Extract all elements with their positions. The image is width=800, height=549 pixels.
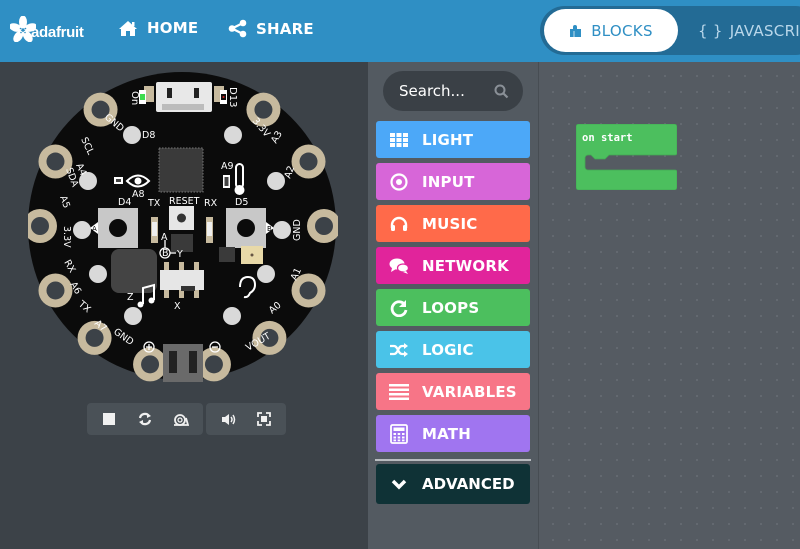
category-input[interactable]: INPUT	[376, 163, 530, 200]
refresh-icon	[376, 299, 422, 317]
calculator-icon	[376, 423, 422, 444]
blocks-workspace[interactable]: on start	[538, 62, 800, 549]
category-math[interactable]: MATH	[376, 415, 530, 452]
share-icon	[228, 19, 247, 38]
stop-button[interactable]	[91, 403, 127, 435]
tab-javascript-label: JAVASCRIPT	[729, 21, 800, 40]
board-label: A9	[221, 161, 234, 172]
category-advanced-label: ADVANCED	[422, 475, 515, 493]
on-start-block[interactable]: on start	[575, 123, 678, 194]
category-loops-label: LOOPS	[422, 298, 480, 317]
category-light[interactable]: LIGHT	[376, 121, 530, 158]
restart-button[interactable]	[127, 403, 163, 435]
board-label: X	[174, 301, 181, 312]
headphones-icon	[376, 216, 422, 232]
label-d13: D13	[227, 87, 238, 107]
sim-control-group-main	[87, 403, 203, 435]
board-label: RESET	[169, 196, 200, 207]
board-label: D8	[142, 130, 155, 141]
restart-icon	[138, 412, 152, 426]
category-logic[interactable]: LOGIC	[376, 331, 530, 368]
slow-mo-button[interactable]	[163, 403, 199, 435]
brand-name: adafruit	[31, 24, 84, 41]
simulator-panel: On D13 A B GND SCL A4 SDA A5 3.3V RX A6 …	[0, 62, 368, 549]
nav-home-label: HOME	[147, 19, 199, 37]
puzzle-icon	[570, 24, 582, 37]
speaker-icon	[221, 413, 235, 425]
category-network[interactable]: NETWORK	[376, 247, 530, 284]
pin-pad[interactable]	[38, 273, 73, 308]
on-start-label: on start	[582, 132, 633, 144]
slide-switch[interactable]	[160, 262, 204, 298]
search-icon[interactable]	[494, 84, 509, 99]
toolbox: Search... LIGHT INPUT MUSIC NETWORK LOOP…	[368, 62, 538, 549]
tab-javascript[interactable]: { } JAVASCRIPT	[698, 9, 800, 52]
nav-home[interactable]: HOME	[118, 19, 198, 37]
usb-connector	[144, 82, 224, 112]
toolbox-divider	[375, 459, 531, 461]
simulator-controls	[87, 403, 286, 435]
board-label: A	[161, 232, 168, 243]
shuffle-icon	[376, 342, 422, 358]
svg-text:A: A	[92, 225, 97, 233]
mute-button[interactable]	[210, 403, 246, 435]
board-label: Y	[176, 249, 183, 260]
svg-text:B: B	[267, 225, 272, 233]
category-variables[interactable]: VARIABLES	[376, 373, 530, 410]
board-label: RX	[204, 198, 218, 209]
target-icon	[376, 172, 422, 191]
chat-icon	[376, 258, 422, 274]
tab-blocks[interactable]: BLOCKS	[544, 9, 678, 52]
label-on: On	[129, 91, 140, 105]
board-label: B	[162, 248, 169, 259]
board-label: TX	[147, 198, 161, 209]
category-loops[interactable]: LOOPS	[376, 289, 530, 326]
light-sensor-chip	[219, 247, 235, 262]
tab-blocks-label: BLOCKS	[591, 21, 653, 40]
fullscreen-button[interactable]	[246, 403, 282, 435]
category-advanced[interactable]: ADVANCED	[376, 464, 530, 504]
editor-toggle: BLOCKS { } JAVASCRIPT	[540, 6, 800, 55]
category-music[interactable]: MUSIC	[376, 205, 530, 242]
category-input-label: INPUT	[422, 172, 475, 191]
braces-icon: { }	[698, 21, 723, 40]
category-light-label: LIGHT	[422, 130, 474, 149]
top-bar: adafruit HOME SHARE BLOCKS { } JAVASCRIP…	[0, 0, 800, 62]
category-music-label: MUSIC	[422, 214, 478, 233]
search-placeholder: Search...	[399, 82, 465, 100]
search-input[interactable]: Search...	[383, 71, 523, 111]
list-icon	[376, 383, 422, 400]
adafruit-logo[interactable]: adafruit	[10, 16, 84, 42]
grid-icon	[376, 132, 422, 147]
fullscreen-icon	[257, 412, 271, 426]
category-network-label: NETWORK	[422, 256, 509, 275]
microcontroller-chip	[158, 147, 204, 193]
category-math-label: MATH	[422, 424, 471, 443]
category-variables-label: VARIABLES	[422, 382, 517, 401]
board-label: Z	[127, 292, 134, 303]
sim-control-group-extra	[206, 403, 286, 435]
board-label: D4	[118, 197, 131, 208]
nav-share-label: SHARE	[256, 19, 314, 38]
board-label: 3.3V	[61, 226, 72, 248]
home-icon	[119, 20, 137, 36]
snail-icon	[174, 413, 189, 426]
board-label: D5	[235, 197, 248, 208]
reset-button[interactable]	[169, 206, 194, 230]
board-label: A8	[132, 189, 145, 200]
board-label: GND	[292, 219, 303, 241]
nav-share[interactable]: SHARE	[228, 19, 314, 38]
category-logic-label: LOGIC	[422, 340, 474, 359]
chevron-down-icon	[376, 479, 422, 490]
circuit-playground-board[interactable]: On D13 A B GNDSCLA4SDAA53.3VRXA6TXA7GND3…	[28, 66, 338, 386]
stop-icon	[103, 413, 115, 425]
pin-pad[interactable]	[291, 144, 326, 179]
